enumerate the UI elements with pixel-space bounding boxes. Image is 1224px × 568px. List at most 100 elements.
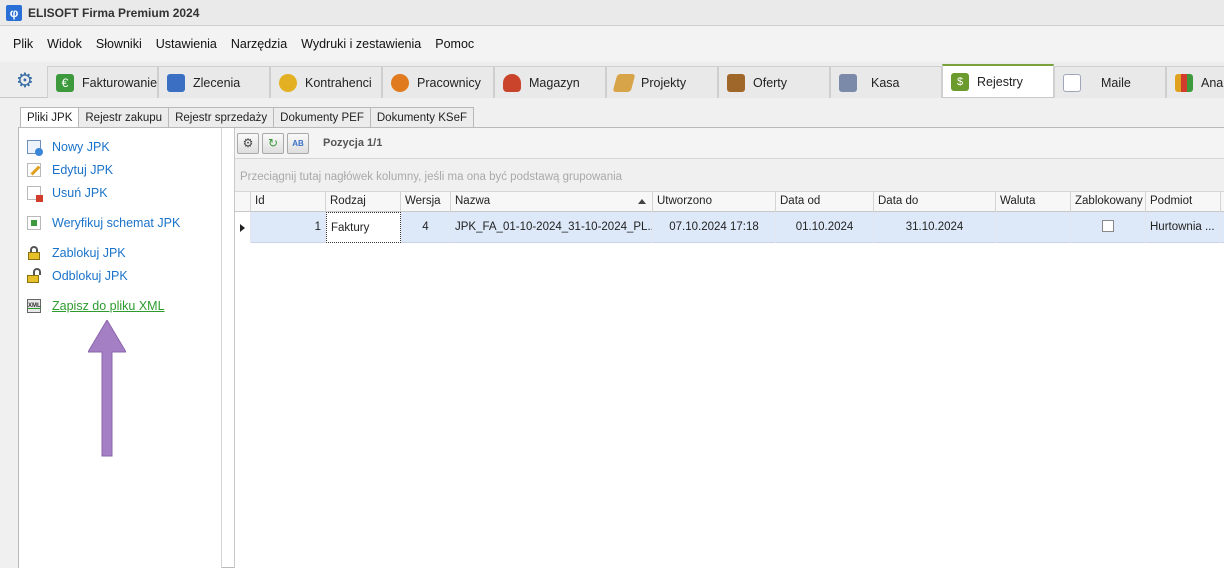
unlock-jpk-label: Odblokuj JPK bbox=[52, 269, 128, 283]
menu-bar: Plik Widok Słowniki Ustawienia Narzędzia… bbox=[0, 26, 1224, 62]
column-header-wersja[interactable]: Wersja bbox=[401, 192, 451, 212]
group-hint-text: Przeciągnij tutaj nagłówek kolumny, jeśl… bbox=[240, 171, 623, 183]
menu-wydruki[interactable]: Wydruki i zestawienia bbox=[294, 37, 428, 51]
warehouse-bag-icon bbox=[503, 73, 521, 92]
locked-checkbox[interactable] bbox=[1102, 219, 1114, 232]
orders-icon bbox=[167, 73, 185, 92]
cell-rodzaj[interactable]: Faktury bbox=[326, 212, 401, 243]
column-header-id[interactable]: Id bbox=[251, 192, 326, 212]
subtab-pliki-jpk[interactable]: Pliki JPK bbox=[20, 107, 80, 129]
verify-schema-icon bbox=[27, 216, 41, 230]
group-by-panel[interactable]: Przeciągnij tutaj nagłówek kolumny, jeśl… bbox=[235, 159, 1224, 192]
tab-label: Kasa bbox=[871, 75, 900, 90]
tab-pracownicy[interactable]: Pracownicy bbox=[382, 66, 494, 98]
cell-data-do[interactable]: 31.10.2024 bbox=[874, 212, 996, 243]
column-header-zablokowany[interactable]: Zablokowany bbox=[1071, 192, 1146, 212]
annotation-arrow bbox=[88, 320, 126, 457]
analysis-chart-icon bbox=[1175, 73, 1193, 92]
settings-gear-icon[interactable]: ⚙ bbox=[14, 70, 36, 92]
unlock-jpk-action[interactable]: Odblokuj JPK bbox=[27, 268, 128, 283]
tab-magazyn[interactable]: Magazyn bbox=[494, 66, 606, 98]
app-logo-icon: φ bbox=[6, 4, 22, 21]
subtab-dokumenty-pef[interactable]: Dokumenty PEF bbox=[273, 107, 371, 128]
table-row[interactable]: 1 Faktury 4 JPK_FA_01-10-2024_31-10-2024… bbox=[235, 212, 1224, 243]
cash-register-icon bbox=[839, 73, 857, 92]
employees-icon bbox=[391, 73, 409, 92]
cell-data-od[interactable]: 01.10.2024 bbox=[776, 212, 874, 243]
new-jpk-action[interactable]: Nowy JPK bbox=[27, 140, 110, 156]
contractors-icon bbox=[279, 73, 297, 92]
tab-maile[interactable]: Maile bbox=[1054, 66, 1166, 98]
cell-utworzono[interactable]: 07.10.2024 17:18 bbox=[653, 212, 776, 243]
lock-jpk-label: Zablokuj JPK bbox=[52, 246, 126, 260]
subtab-bar: Pliki JPK Rejestr zakupu Rejestr sprzeda… bbox=[20, 107, 474, 129]
tab-label: Oferty bbox=[753, 75, 788, 90]
verify-schema-label: Weryfikuj schemat JPK bbox=[52, 216, 181, 230]
column-header-rodzaj[interactable]: Rodzaj bbox=[326, 192, 401, 212]
cell-id[interactable]: 1 bbox=[251, 212, 326, 243]
tab-label: Fakturowanie bbox=[82, 75, 158, 90]
tab-projekty[interactable]: Projekty bbox=[606, 66, 718, 98]
grid-header: Id Rodzaj Wersja Nazwa Utworzono Data od… bbox=[235, 192, 1224, 212]
menu-ustawienia[interactable]: Ustawienia bbox=[149, 37, 224, 51]
subtab-dokumenty-ksef[interactable]: Dokumenty KSeF bbox=[369, 107, 474, 128]
verify-schema-action[interactable]: Weryfikuj schemat JPK bbox=[27, 216, 180, 230]
row-indicator bbox=[235, 212, 251, 243]
projects-ruler-icon bbox=[612, 73, 636, 92]
cell-zablokowany[interactable] bbox=[1071, 212, 1146, 243]
tab-kontrahenci[interactable]: Kontrahenci bbox=[270, 66, 382, 98]
tab-fakturowanie[interactable]: € Fakturowanie bbox=[47, 66, 158, 98]
tab-label: Projekty bbox=[641, 75, 687, 90]
tab-label: Kontrahenci bbox=[305, 75, 372, 90]
menu-narzedzia[interactable]: Narzędzia bbox=[224, 37, 294, 51]
tab-label: Maile bbox=[1101, 75, 1131, 90]
cell-podmiot[interactable]: Hurtownia ... bbox=[1146, 212, 1221, 243]
new-jpk-label: Nowy JPK bbox=[52, 140, 110, 154]
delete-document-icon bbox=[27, 186, 43, 202]
refresh-icon[interactable]: ↻ bbox=[262, 133, 284, 154]
save-xml-label: Zapisz do pliku XML bbox=[52, 299, 165, 313]
edit-jpk-action[interactable]: Edytuj JPK bbox=[27, 163, 113, 177]
grid-toolbar: ⚙ ↻ AB Pozycja 1/1 bbox=[235, 128, 1224, 159]
column-header-nazwa[interactable]: Nazwa bbox=[451, 192, 653, 212]
menu-slowniki[interactable]: Słowniki bbox=[89, 37, 149, 51]
menu-pomoc[interactable]: Pomoc bbox=[428, 37, 481, 51]
cell-wersja[interactable]: 4 bbox=[401, 212, 451, 243]
menu-widok[interactable]: Widok bbox=[40, 37, 89, 51]
menu-plik[interactable]: Plik bbox=[6, 37, 40, 51]
module-tab-bar: ⚙ € Fakturowanie Zlecenia Kontrahenci Pr… bbox=[0, 62, 1224, 98]
tab-oferty[interactable]: Oferty bbox=[718, 66, 830, 98]
current-row-arrow-icon bbox=[240, 224, 245, 232]
grid-settings-gear-icon[interactable]: ⚙ bbox=[237, 133, 259, 154]
new-document-icon bbox=[27, 140, 43, 156]
delete-jpk-label: Usuń JPK bbox=[52, 186, 108, 200]
edit-jpk-label: Edytuj JPK bbox=[52, 163, 114, 177]
column-header-utworzono[interactable]: Utworzono bbox=[653, 192, 776, 212]
subtab-rejestr-sprzedazy[interactable]: Rejestr sprzedaży bbox=[168, 107, 275, 128]
registers-icon: $ bbox=[951, 72, 969, 91]
cell-waluta[interactable] bbox=[996, 212, 1071, 243]
tab-label: Ana bbox=[1201, 75, 1224, 90]
tab-label: Rejestry bbox=[977, 74, 1023, 89]
edit-pencil-icon bbox=[27, 163, 41, 177]
subtab-rejestr-zakupu[interactable]: Rejestr zakupu bbox=[78, 107, 170, 128]
tab-analizy[interactable]: Ana bbox=[1166, 66, 1224, 98]
sort-ascending-icon bbox=[638, 199, 646, 204]
tab-rejestry[interactable]: $ Rejestry bbox=[942, 64, 1054, 97]
column-header-waluta[interactable]: Waluta bbox=[996, 192, 1071, 212]
delete-jpk-action[interactable]: Usuń JPK bbox=[27, 186, 108, 202]
invoice-euro-icon: € bbox=[56, 73, 74, 92]
tab-label: Zlecenia bbox=[193, 75, 241, 90]
column-header-data-do[interactable]: Data do bbox=[874, 192, 996, 212]
lock-jpk-action[interactable]: Zablokuj JPK bbox=[27, 246, 126, 260]
column-header-podmiot[interactable]: Podmiot bbox=[1146, 192, 1221, 212]
tab-zlecenia[interactable]: Zlecenia bbox=[158, 66, 270, 98]
tab-label: Pracownicy bbox=[417, 75, 481, 90]
save-xml-action[interactable]: XML Zapisz do pliku XML bbox=[27, 299, 165, 313]
xml-file-icon: XML bbox=[27, 299, 41, 313]
autofit-columns-icon[interactable]: AB bbox=[287, 133, 309, 154]
cell-nazwa[interactable]: JPK_FA_01-10-2024_31-10-2024_PL... bbox=[451, 212, 653, 243]
tab-kasa[interactable]: Kasa bbox=[830, 66, 942, 98]
column-header-data-od[interactable]: Data od bbox=[776, 192, 874, 212]
offers-briefcase-icon bbox=[727, 73, 745, 92]
